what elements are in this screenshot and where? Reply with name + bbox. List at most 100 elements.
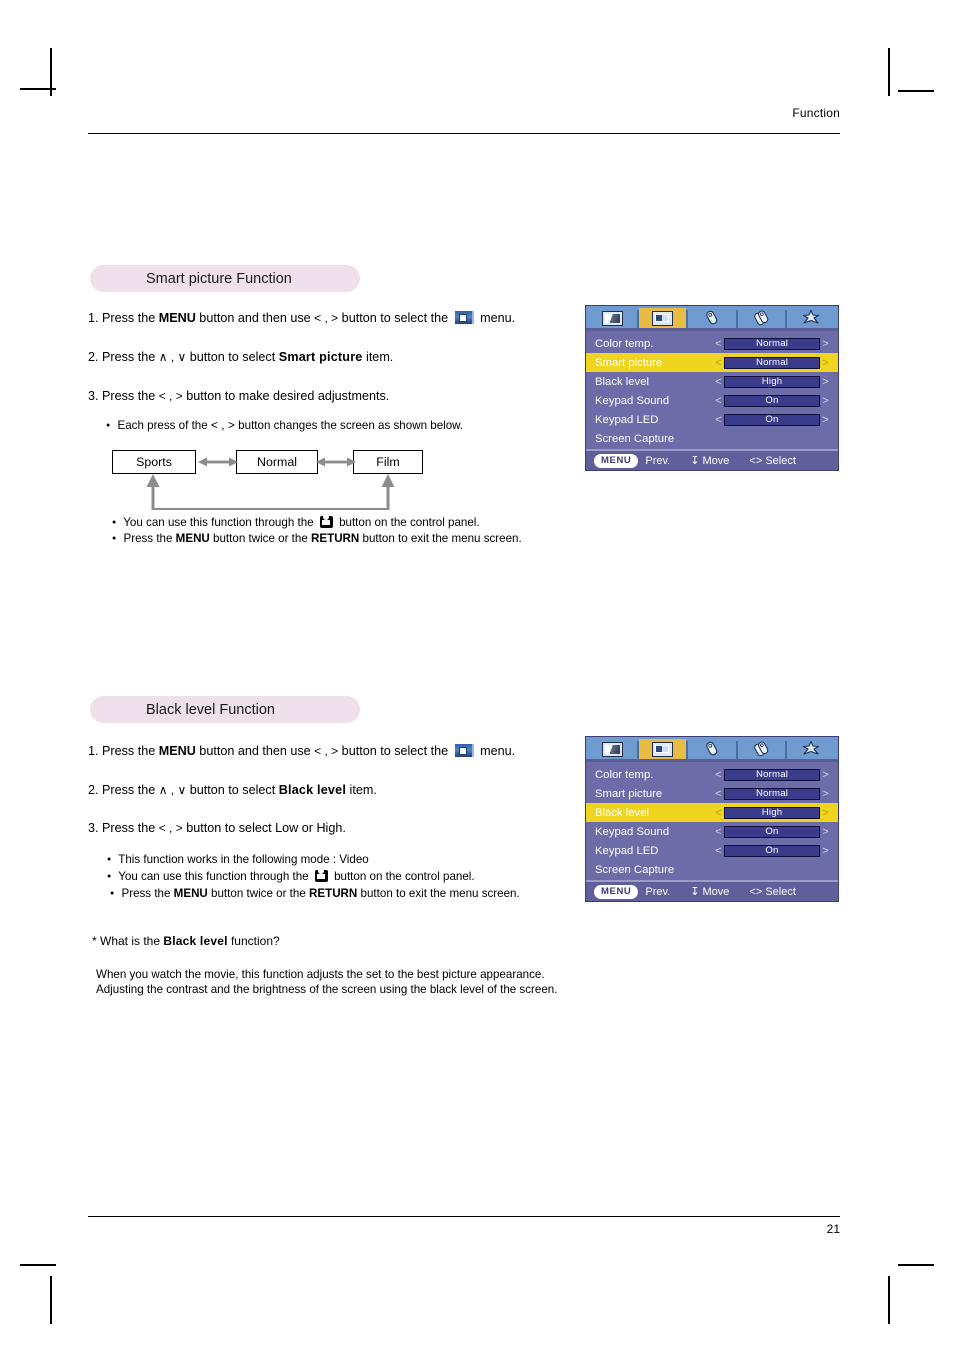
increase-arrow-icon[interactable]: > xyxy=(820,807,831,819)
osd-tab-special[interactable] xyxy=(787,739,835,759)
note-text: This function works in the following mod… xyxy=(118,853,369,866)
osd-menu-black-level[interactable]: Color temp. < Normal > Smart picture < N… xyxy=(585,736,839,902)
osd-row-value: Normal xyxy=(724,337,820,350)
osd-row-black-level[interactable]: Black level < High > xyxy=(586,803,838,822)
osd-row-color-temp[interactable]: Color temp. < Normal > xyxy=(586,765,838,784)
osd-tab-special[interactable] xyxy=(787,308,835,328)
crop-mark-top-left-horizontal xyxy=(20,88,56,90)
increase-arrow-icon[interactable]: > xyxy=(820,769,831,781)
note-text: button twice or the xyxy=(207,887,309,900)
increase-arrow-icon[interactable]: > xyxy=(820,845,831,857)
osd-row-label: Screen Capture xyxy=(595,863,675,876)
decrease-arrow-icon[interactable]: < xyxy=(713,338,724,350)
note-1-black-level: This function works in the following mod… xyxy=(107,852,369,867)
footer-move: ↧ Move xyxy=(690,454,729,467)
increase-arrow-icon[interactable]: > xyxy=(820,788,831,800)
osd-tab-sound[interactable] xyxy=(688,739,738,759)
explainer-body: When you watch the movie, this function … xyxy=(96,968,558,997)
left-right-arrow-icon: <> xyxy=(749,885,763,898)
footer-prev-label: Prev. xyxy=(645,885,671,898)
increase-arrow-icon[interactable]: > xyxy=(820,357,831,369)
osd-row-keypad-sound[interactable]: Keypad Sound < On > xyxy=(586,391,838,410)
step-text: Press the xyxy=(102,389,159,403)
increase-arrow-icon[interactable]: > xyxy=(820,826,831,838)
osd-footer: MENU Prev. ↧ Move <> Select xyxy=(586,449,838,470)
menu-keyword: MENU xyxy=(158,744,196,758)
osd-row-label: Color temp. xyxy=(595,768,654,781)
osd-tab-screen[interactable] xyxy=(589,308,639,328)
decrease-arrow-icon[interactable]: < xyxy=(713,807,724,819)
step-number: 2. xyxy=(88,350,99,364)
left-right-arrow-glyph: < , > xyxy=(314,744,339,758)
osd-tab-picture[interactable] xyxy=(638,308,689,328)
osd-tab-picture[interactable] xyxy=(638,739,689,759)
menu-chip-button[interactable]: MENU xyxy=(594,884,639,899)
section-heading-label: Black level Function xyxy=(146,701,275,718)
bullet-text: Each press of the xyxy=(117,419,211,432)
decrease-arrow-icon[interactable]: < xyxy=(713,769,724,781)
osd-menu-smart-picture[interactable]: Color temp. < Normal > Smart picture < N… xyxy=(585,305,839,471)
section-heading-label: Smart picture Function xyxy=(146,270,292,287)
note-2-black-level: You can use this function through the bu… xyxy=(107,869,475,884)
decrease-arrow-icon[interactable]: < xyxy=(713,376,724,388)
flow-box-film: Film xyxy=(353,450,423,474)
decrease-arrow-icon[interactable]: < xyxy=(713,826,724,838)
osd-tab-sound[interactable] xyxy=(688,308,738,328)
osd-row-screen-capture[interactable]: Screen Capture xyxy=(586,860,838,879)
menu-chip-button[interactable]: MENU xyxy=(594,453,639,468)
osd-row-smart-picture[interactable]: Smart picture < Normal > xyxy=(586,784,838,803)
special-icon xyxy=(803,740,820,755)
header-rule xyxy=(88,133,840,134)
special-icon xyxy=(803,309,820,324)
osd-tab-audio[interactable] xyxy=(738,308,788,328)
smart-picture-keyword: Smart picture xyxy=(278,350,363,364)
step-text: Press the xyxy=(102,311,159,325)
increase-arrow-icon[interactable]: > xyxy=(820,376,831,388)
note-text: Press the xyxy=(121,887,174,900)
osd-row-color-temp[interactable]: Color temp. < Normal > xyxy=(586,334,838,353)
osd-tab-bar[interactable] xyxy=(586,737,838,762)
osd-row-value: High xyxy=(724,375,820,388)
osd-row-keypad-sound[interactable]: Keypad Sound < On > xyxy=(586,822,838,841)
decrease-arrow-icon[interactable]: < xyxy=(713,845,724,857)
flow-arrow-sports-normal-icon xyxy=(198,457,238,467)
screen-icon xyxy=(602,310,624,326)
page-number: 21 xyxy=(826,1222,840,1236)
osd-tab-audio[interactable] xyxy=(738,739,788,759)
osd-row-black-level[interactable]: Black level < High > xyxy=(586,372,838,391)
step-1-black-level: 1. Press the MENU button and then use < … xyxy=(88,743,515,759)
step-text: item. xyxy=(362,350,394,364)
footer-select: <> Select xyxy=(749,886,796,898)
decrease-arrow-icon[interactable]: < xyxy=(713,395,724,407)
osd-row-smart-picture[interactable]: Smart picture < Normal > xyxy=(586,353,838,372)
step-text: Press the xyxy=(102,783,159,797)
step-2-smart-picture: 2. Press the ∧ , ∨ button to select Smar… xyxy=(88,349,393,365)
footer-move-label: Move xyxy=(702,455,730,467)
footer-prev-label: Prev. xyxy=(645,454,671,467)
step-number: 1. xyxy=(88,311,99,325)
crop-mark-bottom-left-horizontal xyxy=(20,1264,56,1266)
up-down-arrow-icon: ↧ xyxy=(690,455,700,467)
decrease-arrow-icon[interactable]: < xyxy=(713,414,724,426)
decrease-arrow-icon[interactable]: < xyxy=(713,357,724,369)
osd-row-screen-capture[interactable]: Screen Capture xyxy=(586,429,838,448)
osd-row-keypad-led[interactable]: Keypad LED < On > xyxy=(586,410,838,429)
increase-arrow-icon[interactable]: > xyxy=(820,338,831,350)
osd-row-value: On xyxy=(724,825,820,838)
osd-tab-bar[interactable] xyxy=(586,306,838,331)
osd-row-keypad-led[interactable]: Keypad LED < On > xyxy=(586,841,838,860)
footer-move-label: Move xyxy=(702,886,730,898)
footer-move: ↧ Move xyxy=(690,885,729,898)
decrease-arrow-icon[interactable]: < xyxy=(713,788,724,800)
left-right-arrow-glyph: < , > xyxy=(314,311,339,325)
increase-arrow-icon[interactable]: > xyxy=(820,414,831,426)
osd-tab-screen[interactable] xyxy=(589,739,639,759)
step-number: 1. xyxy=(88,744,99,758)
osd-row-value: On xyxy=(724,394,820,407)
left-right-arrow-glyph: < , > xyxy=(158,821,183,835)
increase-arrow-icon[interactable]: > xyxy=(820,395,831,407)
picture-icon xyxy=(651,310,673,326)
osd-footer: MENU Prev. ↧ Move <> Select xyxy=(586,880,838,901)
screen-icon xyxy=(602,741,624,757)
osd-row-label: Keypad LED xyxy=(595,413,659,426)
